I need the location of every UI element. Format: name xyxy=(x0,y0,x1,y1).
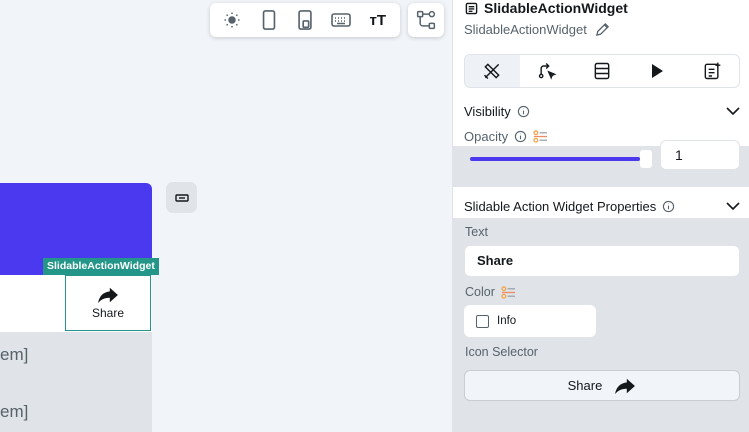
opacity-slider-thumb[interactable] xyxy=(640,150,652,168)
info-icon xyxy=(517,105,530,118)
tab-properties[interactable] xyxy=(465,55,520,87)
tablet-icon[interactable] xyxy=(290,6,320,34)
share-action-cell[interactable]: Share xyxy=(65,275,151,331)
play-icon xyxy=(650,63,664,79)
widget-name: SlidableActionWidget xyxy=(464,22,587,37)
opacity-row: Opacity xyxy=(464,129,548,144)
tools-icon xyxy=(482,61,502,81)
icon-selector-button[interactable]: Share xyxy=(464,370,740,401)
panel-title: SlidableActionWidget xyxy=(465,0,628,16)
text-label: Text xyxy=(465,225,488,239)
list-item: em] xyxy=(0,402,29,421)
tab-generate[interactable] xyxy=(684,55,739,87)
share-icon xyxy=(614,377,636,395)
opacity-label: Opacity xyxy=(464,129,509,144)
text-size-label: тT xyxy=(369,11,386,29)
visibility-label: Visibility xyxy=(464,104,511,119)
opacity-slider[interactable] xyxy=(470,157,640,161)
widget-badge: SlidableActionWidget xyxy=(43,258,159,275)
widget-icon xyxy=(465,2,478,15)
tab-actions[interactable] xyxy=(520,55,575,87)
icon-selector-value: Share xyxy=(567,378,603,393)
props-section-header[interactable]: Slidable Action Widget Properties xyxy=(464,199,740,214)
document-add-icon xyxy=(702,61,722,81)
color-row: Color xyxy=(465,285,516,299)
color-value: Info xyxy=(497,315,517,327)
tab-run[interactable] xyxy=(629,55,684,87)
phone-icon[interactable] xyxy=(254,6,284,34)
share-label: Share xyxy=(91,306,125,320)
list-item: em] xyxy=(0,345,29,364)
canvas-toolbar: тT xyxy=(210,3,400,37)
visibility-section-header[interactable]: Visibility xyxy=(464,104,740,119)
info-icon xyxy=(662,200,675,213)
opacity-input[interactable]: 1 xyxy=(660,140,740,170)
color-swatch xyxy=(476,314,489,328)
text-size-icon[interactable]: тT xyxy=(363,6,393,34)
share-icon xyxy=(97,286,119,304)
widget-tree-icon[interactable] xyxy=(408,3,444,37)
props-section-label: Slidable Action Widget Properties xyxy=(464,199,657,214)
widget-name-row: SlidableActionWidget xyxy=(464,22,610,37)
database-icon xyxy=(592,61,612,81)
resize-handle-icon[interactable] xyxy=(166,182,197,213)
variable-icon[interactable] xyxy=(501,285,516,299)
tab-backend-query[interactable] xyxy=(575,55,630,87)
text-field[interactable]: Share xyxy=(464,245,740,277)
info-icon xyxy=(514,130,527,143)
edit-pencil-icon[interactable] xyxy=(595,22,610,37)
color-picker[interactable]: Info xyxy=(464,305,596,337)
panel-title-text: SlidableActionWidget xyxy=(484,0,628,16)
sun-icon[interactable] xyxy=(217,6,247,34)
keyboard-icon[interactable] xyxy=(326,6,356,34)
color-label: Color xyxy=(465,285,495,299)
panel-tabs xyxy=(464,54,740,88)
variable-icon[interactable] xyxy=(533,130,548,143)
chevron-down-icon xyxy=(726,107,740,116)
chevron-down-icon xyxy=(726,202,740,211)
icon-selector-label: Icon Selector xyxy=(465,345,538,359)
actions-icon xyxy=(537,61,557,81)
